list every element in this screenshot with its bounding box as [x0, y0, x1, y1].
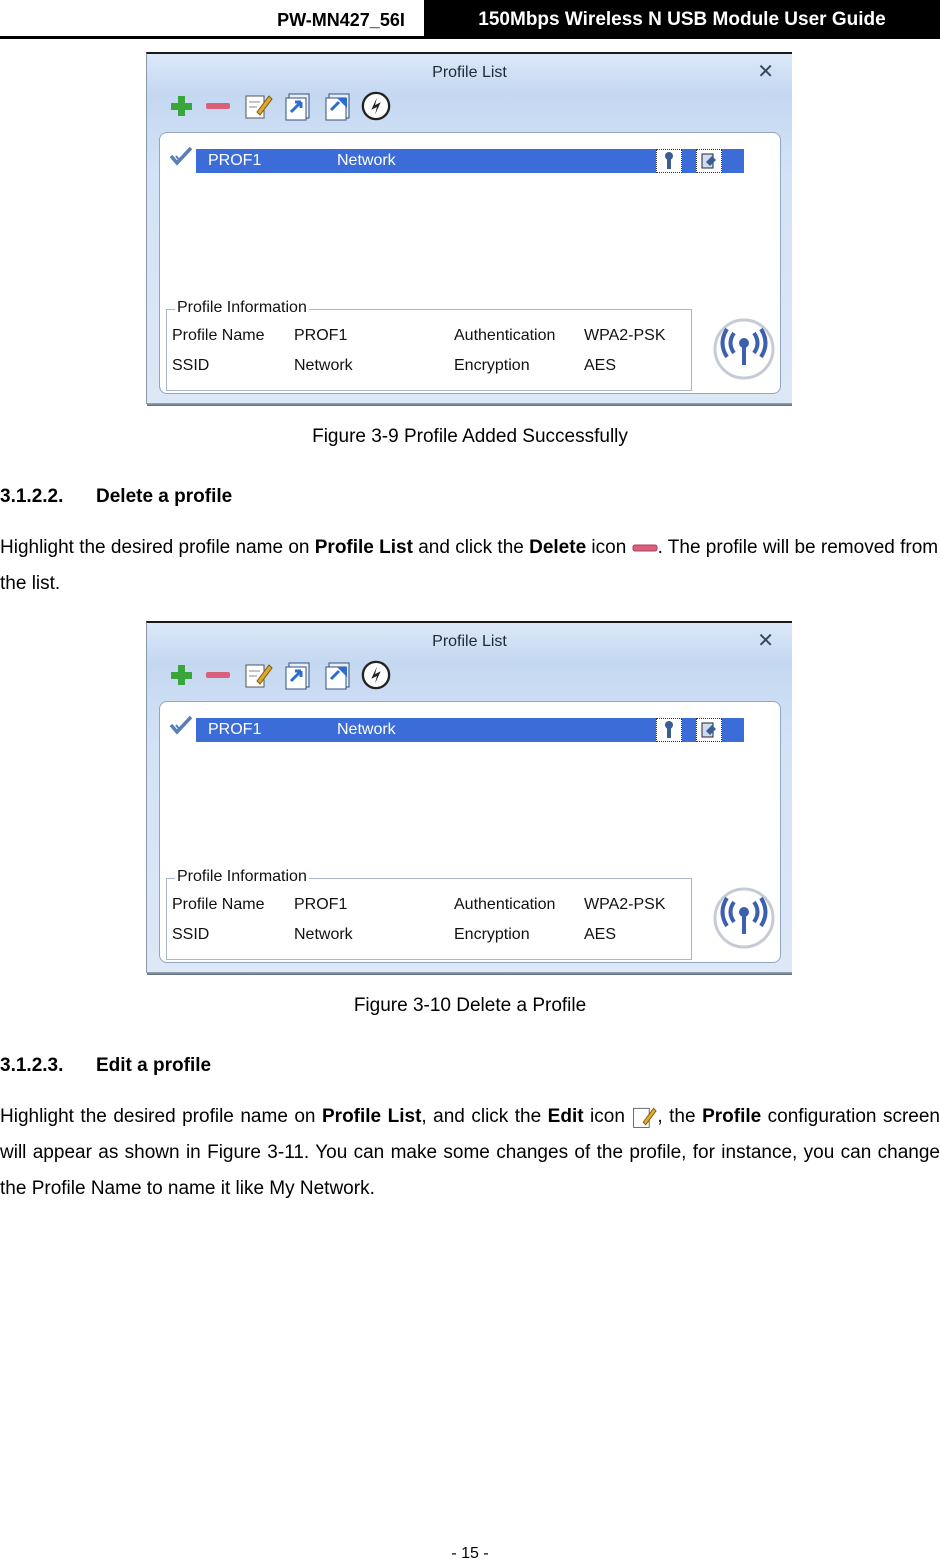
profile-listbox[interactable]: PROF1 Network Profile Information Profil… — [159, 132, 781, 394]
info-ssid-label: SSID — [172, 357, 210, 374]
security-key-icon — [656, 149, 682, 173]
edit-paragraph: Highlight the desired profile name on Pr… — [0, 1099, 940, 1207]
add-icon[interactable] — [167, 90, 197, 122]
text: icon — [583, 1106, 632, 1127]
export-icon[interactable] — [323, 90, 353, 122]
info-ssid-label: SSID — [172, 926, 210, 943]
info-enc-value: AES — [584, 926, 617, 943]
active-check-icon — [169, 715, 193, 735]
figure-caption-1: Figure 3-9 Profile Added Successfully — [312, 426, 628, 447]
edit-icon[interactable] — [243, 659, 273, 691]
figure-caption-2: Figure 3-10 Delete a Profile — [353, 995, 587, 1016]
info-ssid-value: Network — [294, 926, 353, 943]
profile-info-legend: Profile Information — [175, 867, 309, 887]
text: and click the — [412, 537, 530, 558]
dialog-title: Profile List — [432, 633, 507, 650]
section-heading-delete: 3.1.2.2. Delete a profile — [0, 486, 232, 508]
section-heading-edit: 3.1.2.3. Edit a profile — [0, 1055, 211, 1077]
dialog-title: Profile List — [432, 64, 507, 81]
row-ssid: Network — [337, 152, 396, 169]
section-title: Edit a profile — [96, 1055, 212, 1076]
info-enc-label: Encryption — [454, 926, 530, 943]
import-icon[interactable] — [283, 659, 313, 691]
scan-icon[interactable] — [361, 659, 391, 691]
wireless-connect-icon[interactable] — [712, 886, 776, 950]
active-check-icon — [169, 146, 193, 166]
info-profile-name-value: PROF1 — [294, 896, 348, 913]
section-title: Delete a profile — [96, 486, 233, 507]
security-key-icon — [656, 718, 682, 742]
edit-icon[interactable] — [243, 90, 273, 122]
close-icon[interactable]: ✕ — [757, 62, 774, 82]
profile-info-legend: Profile Information — [175, 298, 309, 318]
info-auth-label: Authentication — [454, 327, 556, 344]
profile-row[interactable]: PROF1 Network — [196, 149, 744, 173]
text: Highlight the desired profile name on — [0, 537, 315, 558]
delete-icon — [632, 544, 658, 552]
bold-text: Profile List — [314, 537, 413, 558]
edit-icon — [633, 1107, 658, 1128]
text: , the — [657, 1106, 703, 1127]
delete-paragraph: Highlight the desired profile name on Pr… — [0, 530, 940, 602]
info-profile-name-value: PROF1 — [294, 327, 348, 344]
doc-model-label: PW-MN427_56I — [277, 10, 405, 30]
bold-text: Profile — [702, 1106, 762, 1127]
info-profile-name-label: Profile Name — [172, 896, 265, 913]
export-icon[interactable] — [323, 659, 353, 691]
delete-icon[interactable] — [203, 659, 233, 691]
info-auth-value: WPA2-PSK — [584, 896, 666, 913]
profile-info-group: Profile Information Profile Name PROF1 A… — [166, 298, 692, 391]
header-rule — [0, 36, 940, 39]
info-enc-value: AES — [584, 357, 617, 374]
delete-icon[interactable] — [203, 90, 233, 122]
doc-guide-title: 150Mbps Wireless N USB Module User Guide — [424, 0, 940, 36]
row-profile-name: PROF1 — [208, 152, 262, 169]
row-ssid: Network — [337, 721, 396, 738]
bold-text: Profile List — [322, 1106, 422, 1127]
profile-list-dialog-fig1: Profile List ✕ PROF1 Network Profile Inf… — [146, 52, 792, 406]
import-icon[interactable] — [283, 90, 313, 122]
bold-text: Delete — [529, 537, 587, 558]
scan-icon[interactable] — [361, 90, 391, 122]
row-profile-name: PROF1 — [208, 721, 262, 738]
info-enc-label: Encryption — [454, 357, 530, 374]
section-number: 3.1.2.2. — [0, 486, 64, 507]
info-ssid-value: Network — [294, 357, 353, 374]
info-auth-value: WPA2-PSK — [584, 327, 666, 344]
info-auth-label: Authentication — [454, 896, 556, 913]
profile-info-group: Profile Information Profile Name PROF1 A… — [166, 867, 692, 960]
add-icon[interactable] — [167, 659, 197, 691]
wireless-connect-icon[interactable] — [712, 317, 776, 381]
info-profile-name-label: Profile Name — [172, 327, 265, 344]
profile-list-dialog-fig2: Profile List ✕ PROF1 Network Profile Inf… — [146, 621, 792, 975]
close-icon[interactable]: ✕ — [757, 631, 774, 651]
page-number: - 15 - — [451, 1545, 489, 1562]
text: icon — [586, 537, 632, 558]
profile-doc-icon — [696, 718, 722, 742]
section-number: 3.1.2.3. — [0, 1055, 64, 1076]
text: Highlight the desired profile name on — [0, 1106, 322, 1127]
profile-doc-icon — [696, 149, 722, 173]
profile-row[interactable]: PROF1 Network — [196, 718, 744, 742]
profile-listbox[interactable]: PROF1 Network Profile Information Profil… — [159, 701, 781, 963]
bold-text: Edit — [547, 1106, 584, 1127]
text: , and click the — [421, 1106, 548, 1127]
